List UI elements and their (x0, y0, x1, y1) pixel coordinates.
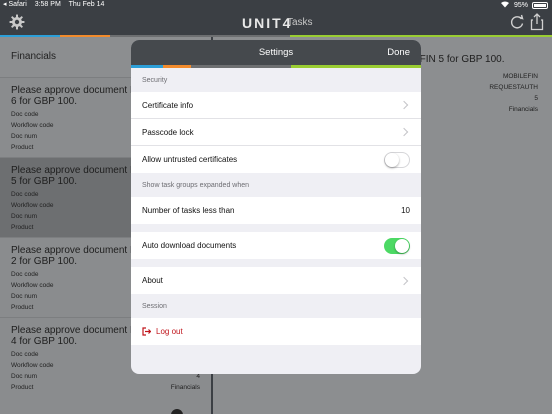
session-section-header: Session (142, 302, 167, 310)
field-label: Doc code (11, 271, 39, 278)
field-label: Product (11, 384, 34, 391)
about-label: About (142, 276, 163, 285)
show-expanded-section-header: Show task groups expanded when (142, 181, 250, 189)
log-out-label: Log out (156, 327, 183, 336)
certificate-info-row[interactable]: Certificate info (131, 92, 421, 119)
status-date: Thu Feb 14 (68, 1, 105, 8)
app-bar: UNIT4 Tasks (0, 9, 552, 35)
field-label: Doc num (11, 133, 38, 140)
field-label: Doc num (11, 293, 38, 300)
detail-workflow-code: REQUESTAUTH (489, 84, 538, 91)
log-out-button[interactable]: Log out (142, 327, 183, 336)
app-subtitle: Tasks (287, 17, 313, 28)
detail-title: EFIN 5 for GBP 100. (413, 54, 505, 65)
passcode-lock-row[interactable]: Passcode lock (131, 119, 421, 146)
about-row[interactable]: About (131, 267, 421, 294)
field-label: Doc num (11, 213, 38, 220)
settings-header: Settings Done (131, 40, 421, 65)
field-value: Financials (170, 384, 200, 391)
log-out-row[interactable]: Log out (131, 318, 421, 345)
status-time: 3:58 PM (34, 1, 61, 8)
auto-download-toggle[interactable] (384, 237, 410, 254)
stripe-green (291, 65, 421, 68)
field-label: Workflow code (11, 282, 54, 289)
stripe-grey (191, 65, 291, 68)
field-label: Workflow code (11, 122, 54, 129)
gear-icon[interactable] (9, 14, 25, 30)
status-bar: ◂ Safari 3:58 PM Thu Feb 14 95% (0, 0, 552, 9)
field-label: Product (11, 144, 34, 151)
tasks-less-than-value: 10 (401, 206, 410, 215)
field-label: Doc code (11, 351, 39, 358)
certificate-info-label: Certificate info (142, 100, 194, 110)
toggle-knob (385, 152, 399, 167)
field-label: Doc num (11, 373, 38, 380)
tasks-less-than-label: Number of tasks less than (142, 206, 235, 215)
chevron-right-icon (399, 127, 409, 137)
auto-download-row: Auto download documents (131, 232, 421, 259)
field-label: Product (11, 304, 34, 311)
passcode-lock-label: Passcode lock (142, 127, 194, 137)
more-indicator (171, 409, 183, 414)
detail-product: Financials (508, 106, 538, 113)
stripe-blue (131, 65, 163, 68)
back-to-safari-link[interactable]: ◂ Safari (3, 1, 27, 8)
refresh-icon[interactable] (510, 14, 524, 30)
detail-doc-num: 5 (534, 95, 538, 102)
chevron-right-icon (399, 276, 409, 285)
auto-download-label: Auto download documents (142, 241, 237, 250)
brand-logo: UNIT4 (242, 15, 293, 31)
detail-doc-code: MOBILEFIN (502, 73, 538, 80)
stripe-orange (163, 65, 191, 68)
field-label: Product (11, 224, 34, 231)
allow-untrusted-row: Allow untrusted certificates (131, 146, 421, 173)
field-label: Doc code (11, 191, 39, 198)
share-icon[interactable] (530, 13, 544, 31)
settings-title: Settings (258, 47, 294, 58)
security-section-header: Security (142, 76, 168, 84)
field-label: Workflow code (11, 202, 54, 209)
settings-modal: Settings Done Security Certificate info … (131, 40, 421, 374)
toggle-knob (395, 238, 409, 253)
chevron-right-icon (399, 100, 409, 110)
allow-untrusted-toggle[interactable] (384, 151, 410, 168)
settings-brand-stripe (131, 65, 421, 68)
allow-untrusted-label: Allow untrusted certificates (142, 155, 238, 164)
tasks-less-than-row[interactable]: Number of tasks less than 10 (131, 197, 421, 224)
field-label: Doc code (11, 111, 39, 118)
done-button[interactable]: Done (387, 47, 410, 58)
log-out-icon (142, 327, 152, 336)
battery-icon (532, 2, 548, 9)
field-label: Workflow code (11, 362, 54, 369)
